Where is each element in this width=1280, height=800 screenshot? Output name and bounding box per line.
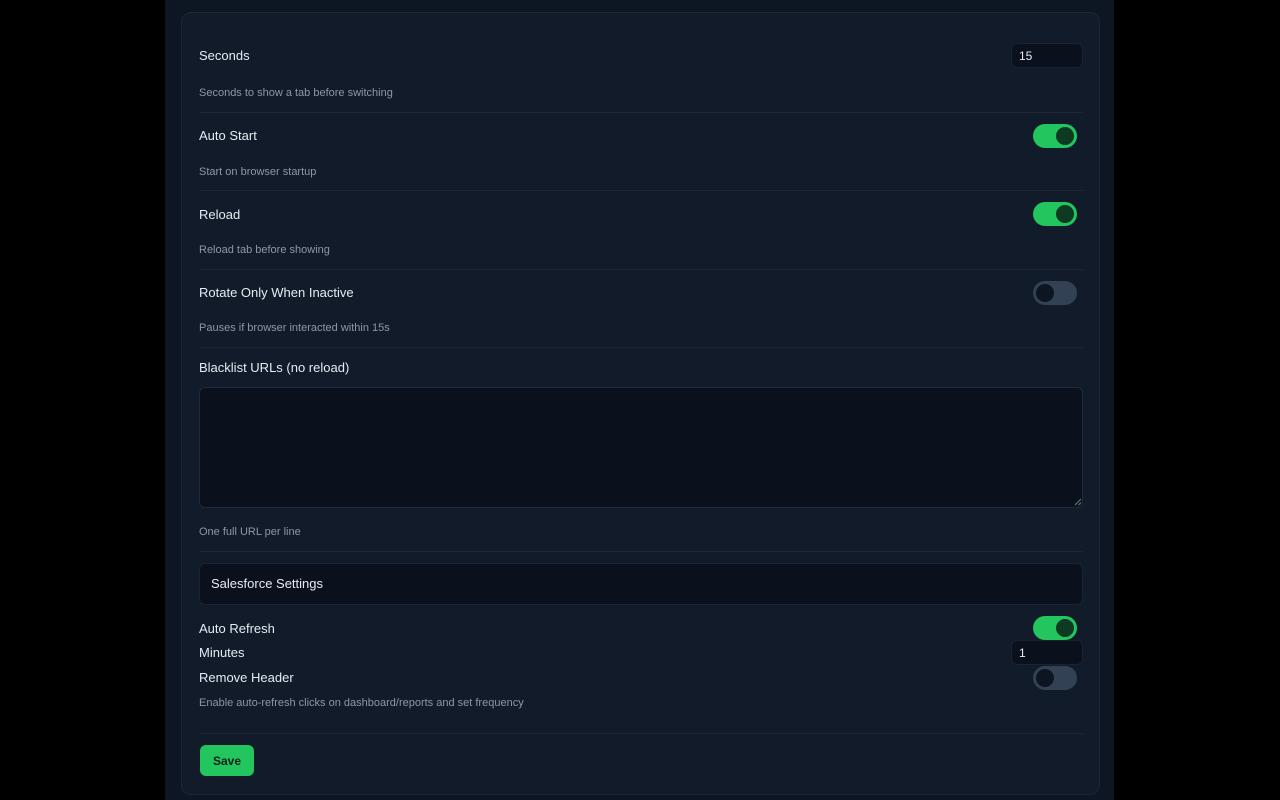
blacklist-label: Blacklist URLs (no reload) bbox=[199, 360, 350, 375]
remove-header-label: Remove Header bbox=[199, 670, 294, 685]
auto-refresh-label: Auto Refresh bbox=[199, 621, 275, 636]
divider bbox=[199, 733, 1083, 734]
salesforce-hint: Enable auto-refresh clicks on dashboard/… bbox=[199, 697, 524, 709]
minutes-label: Minutes bbox=[199, 645, 245, 660]
blacklist-hint: One full URL per line bbox=[199, 526, 301, 538]
seconds-hint: Seconds to show a tab before switching bbox=[199, 87, 393, 99]
toggle-knob bbox=[1036, 669, 1054, 687]
rotate-inactive-toggle[interactable] bbox=[1033, 281, 1077, 305]
seconds-input[interactable] bbox=[1011, 43, 1083, 68]
remove-header-toggle[interactable] bbox=[1033, 666, 1077, 690]
divider bbox=[199, 269, 1083, 270]
auto-refresh-toggle[interactable] bbox=[1033, 616, 1077, 640]
auto-start-hint: Start on browser startup bbox=[199, 166, 317, 178]
minutes-input[interactable] bbox=[1011, 640, 1083, 665]
reload-toggle[interactable] bbox=[1033, 202, 1077, 226]
toggle-knob bbox=[1056, 205, 1074, 223]
divider bbox=[199, 347, 1083, 348]
reload-label: Reload bbox=[199, 207, 241, 222]
toggle-knob bbox=[1036, 284, 1054, 302]
divider bbox=[199, 551, 1083, 552]
seconds-label: Seconds bbox=[199, 48, 250, 63]
divider bbox=[199, 112, 1083, 113]
reload-hint: Reload tab before showing bbox=[199, 244, 330, 256]
auto-start-toggle[interactable] bbox=[1033, 124, 1077, 148]
salesforce-section-header[interactable]: Salesforce Settings bbox=[199, 563, 1083, 605]
rotate-inactive-label: Rotate Only When Inactive bbox=[199, 285, 354, 300]
save-button[interactable]: Save bbox=[200, 745, 254, 776]
salesforce-section-title: Salesforce Settings bbox=[211, 576, 324, 591]
rotate-inactive-hint: Pauses if browser interacted within 15s bbox=[199, 322, 390, 334]
divider bbox=[199, 190, 1083, 191]
resize-grip-icon[interactable] bbox=[1074, 498, 1082, 506]
blacklist-textarea[interactable] bbox=[199, 387, 1083, 508]
toggle-knob bbox=[1056, 127, 1074, 145]
toggle-knob bbox=[1056, 619, 1074, 637]
auto-start-label: Auto Start bbox=[199, 128, 257, 143]
